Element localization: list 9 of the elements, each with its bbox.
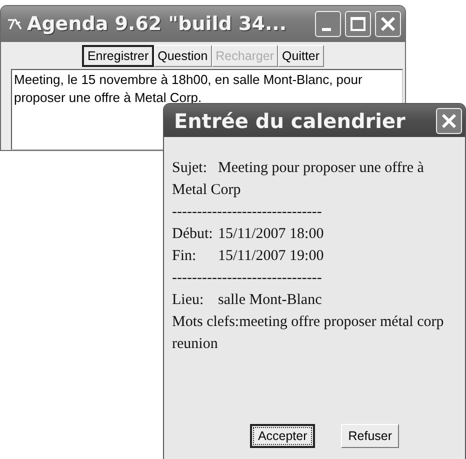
field-text: Mots clefs:meeting offre proposer métal corp reunion xyxy=(172,313,445,354)
field-text: Sujet: Meeting pour proposer une offre à Metal Corp xyxy=(172,159,425,200)
dialog-title: Entrée du calendrier xyxy=(174,108,406,132)
window-title: Agenda 9.62 "build 34... xyxy=(27,13,288,35)
field-text: Fin: 15/11/2007 19:00 xyxy=(172,247,325,266)
field-text: Début: 15/11/2007 18:00 xyxy=(172,225,325,244)
separator-text: ------------------------------ xyxy=(172,269,323,288)
separator-text: ------------------------------ xyxy=(172,203,323,222)
field-text: Lieu: salle Mont-Blanc xyxy=(172,291,323,310)
